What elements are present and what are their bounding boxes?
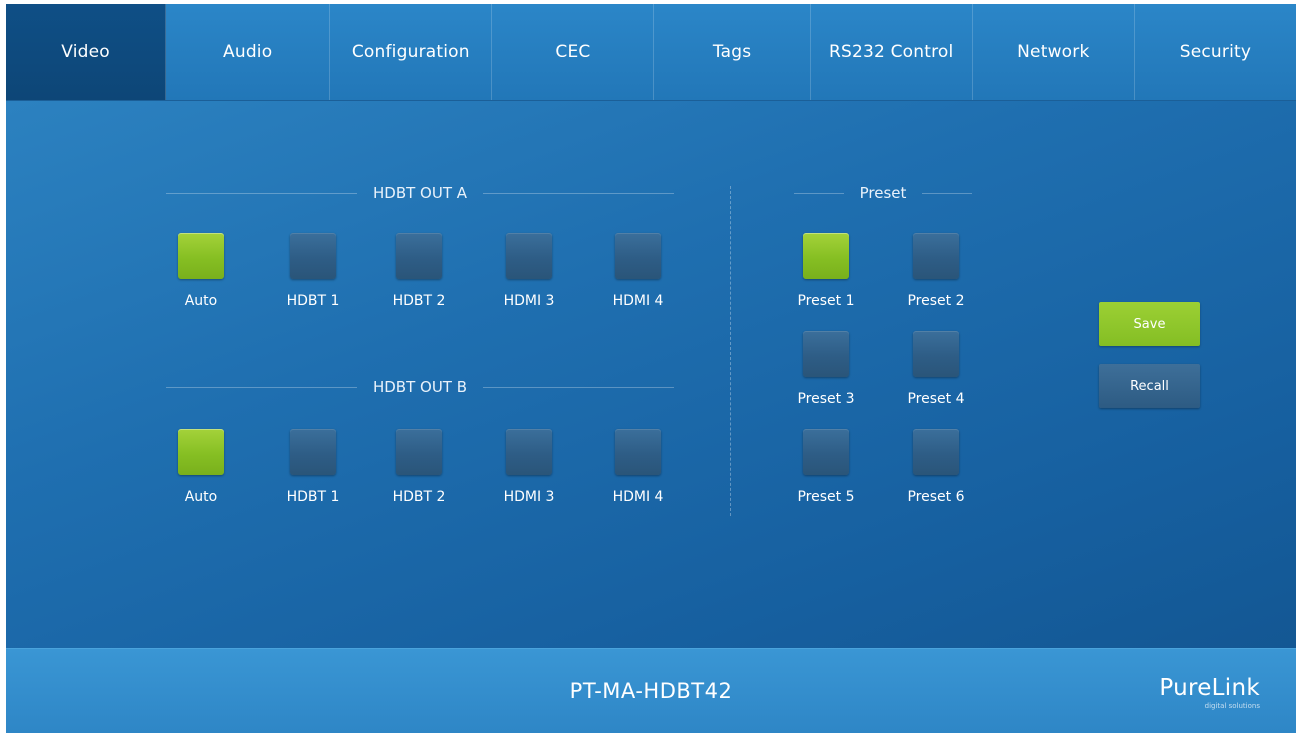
source-label: HDMI 3 xyxy=(503,293,555,309)
preset-title: Preset xyxy=(859,184,907,202)
out-b-source-hdmi3[interactable]: HDMI 3 xyxy=(494,429,564,505)
out-b-source-auto[interactable]: Auto xyxy=(171,429,231,505)
vertical-divider xyxy=(730,186,731,516)
hdbt-out-a-header: HDBT OUT A xyxy=(166,184,674,202)
preset-button-2[interactable] xyxy=(913,233,959,279)
out-a-source-hdbt2[interactable]: HDBT 2 xyxy=(384,233,454,309)
app-window: Video Audio Configuration CEC Tags RS232… xyxy=(6,4,1296,733)
preset-button-4[interactable] xyxy=(913,331,959,377)
source-label: Auto xyxy=(184,293,218,309)
out-b-source-hdmi4[interactable]: HDMI 4 xyxy=(603,429,673,505)
tab-rs232-control[interactable]: RS232 Control xyxy=(811,4,973,100)
save-button[interactable]: Save xyxy=(1099,302,1200,346)
footer-bar: PT-MA-HDBT42 PureLink digital solutions xyxy=(6,648,1296,733)
source-label: HDBT 2 xyxy=(392,293,446,309)
divider xyxy=(166,192,357,194)
out-a-source-hdmi3[interactable]: HDMI 3 xyxy=(494,233,564,309)
divider xyxy=(166,386,357,388)
tab-network[interactable]: Network xyxy=(973,4,1135,100)
source-label: HDBT 1 xyxy=(286,293,340,309)
preset-label: Preset 5 xyxy=(797,489,855,505)
source-label: HDBT 2 xyxy=(392,489,446,505)
source-button-hdbt2[interactable] xyxy=(396,233,442,279)
preset-1[interactable]: Preset 1 xyxy=(790,233,862,309)
source-button-hdbt1[interactable] xyxy=(290,429,336,475)
source-button-hdmi4[interactable] xyxy=(615,429,661,475)
preset-label: Preset 4 xyxy=(907,391,965,407)
source-button-auto[interactable] xyxy=(178,429,224,475)
tab-security[interactable]: Security xyxy=(1135,4,1296,100)
preset-label: Preset 1 xyxy=(797,293,855,309)
brand-name: PureLink xyxy=(1159,675,1260,701)
source-button-hdmi3[interactable] xyxy=(506,233,552,279)
source-button-auto[interactable] xyxy=(178,233,224,279)
preset-4[interactable]: Preset 4 xyxy=(900,331,972,407)
model-name: PT-MA-HDBT42 xyxy=(569,679,733,703)
tab-video[interactable]: Video xyxy=(6,4,167,100)
tab-configuration[interactable]: Configuration xyxy=(330,4,493,100)
preset-button-3[interactable] xyxy=(803,331,849,377)
divider xyxy=(483,192,674,194)
divider xyxy=(794,192,844,194)
out-b-source-hdbt2[interactable]: HDBT 2 xyxy=(384,429,454,505)
tab-audio[interactable]: Audio xyxy=(166,4,331,100)
hdbt-out-a-title: HDBT OUT A xyxy=(372,184,468,202)
source-button-hdbt2[interactable] xyxy=(396,429,442,475)
source-button-hdmi3[interactable] xyxy=(506,429,552,475)
source-button-hdmi4[interactable] xyxy=(615,233,661,279)
recall-button[interactable]: Recall xyxy=(1099,364,1200,408)
preset-header: Preset xyxy=(794,184,972,202)
preset-5[interactable]: Preset 5 xyxy=(790,429,862,505)
out-a-source-hdbt1[interactable]: HDBT 1 xyxy=(278,233,348,309)
hdbt-out-b-title: HDBT OUT B xyxy=(372,378,468,396)
preset-2[interactable]: Preset 2 xyxy=(900,233,972,309)
out-b-source-hdbt1[interactable]: HDBT 1 xyxy=(278,429,348,505)
tab-cec[interactable]: CEC xyxy=(492,4,655,100)
tab-bar: Video Audio Configuration CEC Tags RS232… xyxy=(6,4,1296,101)
preset-3[interactable]: Preset 3 xyxy=(790,331,862,407)
brand-logo: PureLink digital solutions xyxy=(1159,675,1260,710)
divider xyxy=(922,192,972,194)
preset-label: Preset 2 xyxy=(907,293,965,309)
preset-button-1[interactable] xyxy=(803,233,849,279)
tab-tags[interactable]: Tags xyxy=(654,4,811,100)
brand-tagline: digital solutions xyxy=(1204,702,1260,710)
source-label: HDMI 3 xyxy=(503,489,555,505)
source-label: Auto xyxy=(184,489,218,505)
divider xyxy=(483,386,674,388)
source-label: HDMI 4 xyxy=(612,293,664,309)
source-label: HDBT 1 xyxy=(286,489,340,505)
out-a-source-hdmi4[interactable]: HDMI 4 xyxy=(603,233,673,309)
preset-button-6[interactable] xyxy=(913,429,959,475)
preset-label: Preset 6 xyxy=(907,489,965,505)
out-a-source-auto[interactable]: Auto xyxy=(171,233,231,309)
source-button-hdbt1[interactable] xyxy=(290,233,336,279)
source-label: HDMI 4 xyxy=(612,489,664,505)
preset-button-5[interactable] xyxy=(803,429,849,475)
preset-6[interactable]: Preset 6 xyxy=(900,429,972,505)
preset-label: Preset 3 xyxy=(797,391,855,407)
hdbt-out-b-header: HDBT OUT B xyxy=(166,378,674,396)
